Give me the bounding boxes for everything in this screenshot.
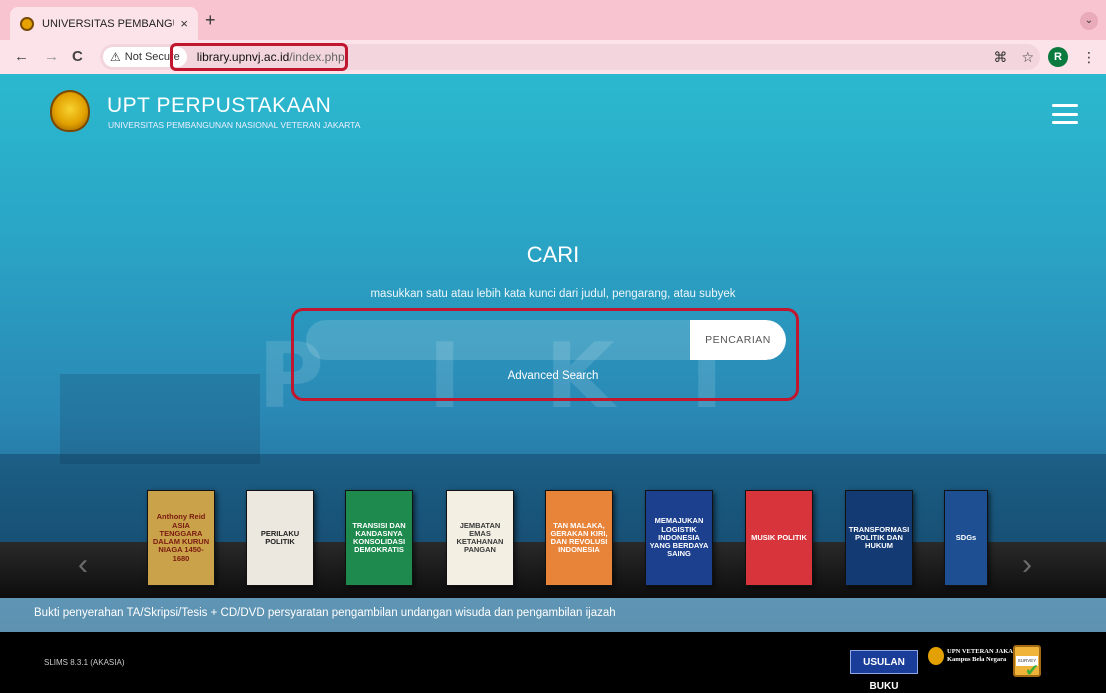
url-annotation-box [170, 43, 348, 71]
background-shelf [60, 374, 260, 464]
new-tab-button[interactable]: + [205, 10, 216, 31]
site-title[interactable]: UPT PERPUSTAKAAN [107, 94, 331, 118]
usulan-buku-button[interactable]: USULAN BUKU [850, 650, 918, 692]
book-cover[interactable]: TRANSISI DAN KANDASNYA KONSOLIDASI DEMOK… [345, 490, 413, 586]
book-title: SDGs [955, 532, 977, 542]
book-title: MUSIK POLITIK [751, 532, 807, 542]
book-title: TAN MALAKA, GERAKAN KIRI, DAN REVOLUSI I… [550, 520, 608, 555]
carousel-prev-icon[interactable]: ‹ [78, 548, 88, 582]
slims-version: SLIMS 8.3.1 (AKASIA) [44, 658, 125, 667]
reload-button[interactable]: C [72, 48, 83, 65]
book-title: MEMAJUKAN LOGISTIK INDONESIA YANG BERDAY… [649, 516, 709, 559]
checkmark-icon: ✔ [1025, 661, 1040, 680]
university-logo[interactable] [50, 90, 90, 132]
tab-title: UNIVERSITAS PEMBANGUNA [42, 17, 174, 30]
book-title: PERILAKU POLITIK [260, 528, 300, 546]
book-cover[interactable]: TAN MALAKA, GERAKAN KIRI, DAN REVOLUSI I… [545, 490, 613, 586]
favicon-icon [20, 16, 34, 31]
carousel-next-icon[interactable]: › [1022, 548, 1032, 582]
page-content: P I K I UPT PERPUSTAKAAN UNIVERSITAS PEM… [0, 74, 1106, 693]
hamburger-menu-icon[interactable] [1052, 104, 1078, 124]
bookmark-star-icon[interactable]: ☆ [1021, 49, 1034, 66]
browser-menu-icon[interactable]: ⋮ [1082, 49, 1096, 66]
upn-logo-line2: Kampus Bela Negara [947, 656, 1007, 663]
profile-avatar[interactable]: R [1048, 47, 1068, 67]
book-cover[interactable]: MUSIK POLITIK [745, 490, 813, 586]
tab-search-button[interactable]: ⌄ [1080, 12, 1098, 30]
warning-icon: ⚠ [110, 50, 121, 64]
tab-close-icon[interactable]: × [180, 16, 188, 31]
book-cover[interactable]: Anthony Reid ASIA TENGGARA DALAM KURUN N… [147, 490, 215, 586]
back-button[interactable]: ← [14, 48, 29, 65]
book-cover[interactable]: MEMAJUKAN LOGISTIK INDONESIA YANG BERDAY… [645, 490, 713, 586]
browser-tab[interactable]: UNIVERSITAS PEMBANGUNA × [10, 7, 198, 40]
book-title: TRANSISI DAN KANDASNYA KONSOLIDASI DEMOK… [352, 520, 406, 555]
book-cover[interactable]: SDGs [944, 490, 988, 586]
announcement-banner[interactable]: Bukti penyerahan TA/Skripsi/Tesis + CD/D… [0, 598, 1106, 632]
survey-clipboard-icon[interactable]: SURVEY ✔ [1013, 645, 1041, 680]
book-cover[interactable]: PERILAKU POLITIK [246, 490, 314, 586]
upn-logo-link[interactable]: UPN VETERAN JAKARTA Kampus Bela Negara [928, 647, 1026, 665]
book-cover[interactable]: TRANSFORMASI POLITIK DAN HUKUM [845, 490, 913, 586]
browser-toolbar: ← → C ⚠ Not Secure library.upnvj.ac.id/i… [0, 40, 1106, 74]
book-title: JEMBATAN EMAS KETAHANAN PANGAN [456, 520, 504, 555]
translate-icon[interactable]: ⌘ [993, 49, 1007, 66]
search-hint: masukkan satu atau lebih kata kunci dari… [370, 288, 736, 300]
browser-tab-bar: UNIVERSITAS PEMBANGUNA × + ⌄ [0, 0, 1106, 40]
upn-seal-icon [928, 647, 944, 665]
book-title: Anthony Reid ASIA TENGGARA DALAM KURUN N… [152, 512, 210, 563]
search-annotation-box [291, 308, 799, 401]
book-title: TRANSFORMASI POLITIK DAN HUKUM [848, 524, 910, 551]
footer: SLIMS 8.3.1 (AKASIA) USULAN BUKU UPN VET… [0, 632, 1106, 693]
book-cover[interactable]: JEMBATAN EMAS KETAHANAN PANGAN [446, 490, 514, 586]
search-heading: CARI [526, 242, 580, 267]
site-subtitle: UNIVERSITAS PEMBANGUNAN NASIONAL VETERAN… [108, 120, 361, 130]
forward-button[interactable]: → [44, 48, 59, 65]
